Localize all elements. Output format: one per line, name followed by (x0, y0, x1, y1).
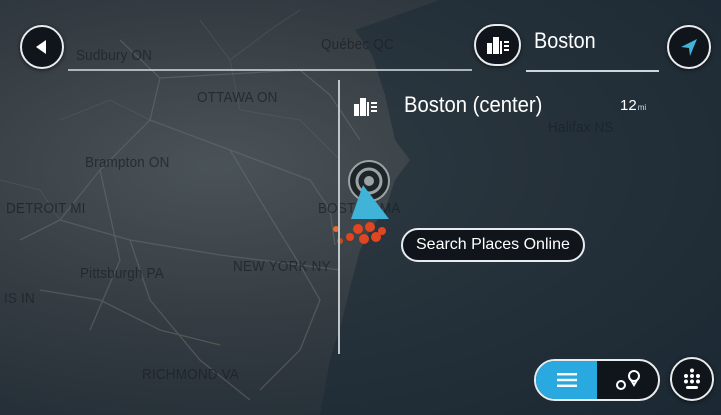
city-icon (354, 98, 377, 116)
view-toggle[interactable] (534, 359, 660, 401)
search-category-button[interactable] (474, 24, 521, 66)
city-label-sudbury: Sudbury ON (76, 47, 153, 64)
map-view-button[interactable] (597, 361, 658, 399)
result-distance: 12mi (620, 97, 646, 114)
navigation-search-screen: Sudbury ON Québec QC OTTAWA ON Halifax N… (0, 0, 721, 415)
keyboard-button[interactable] (670, 357, 714, 401)
results-divider (338, 80, 340, 354)
search-query-underline (526, 70, 659, 72)
city-icon (486, 37, 509, 54)
back-button[interactable] (20, 25, 64, 69)
search-places-online-button[interactable]: Search Places Online (401, 228, 585, 262)
selected-location-marker[interactable] (341, 157, 411, 227)
navigation-arrow-icon (681, 39, 697, 56)
list-view-button[interactable] (536, 361, 597, 399)
navigate-button[interactable] (667, 25, 711, 69)
search-field-underline (68, 69, 472, 71)
city-label-detroit: DETROIT MI (6, 200, 86, 217)
city-label-indiana: IS IN (4, 290, 35, 307)
city-label-richmond: RICHMOND VA (142, 366, 239, 383)
city-label-brampton: Brampton ON (85, 154, 170, 171)
city-label-quebec: Québec QC (321, 36, 394, 53)
result-name: Boston (center) (404, 92, 543, 117)
keyboard-icon (684, 368, 700, 389)
result-distance-unit: mi (637, 103, 647, 112)
search-query[interactable]: Boston (534, 28, 596, 54)
result-distance-value: 12 (620, 97, 637, 114)
city-label-pittsburgh: Pittsburgh PA (80, 265, 164, 282)
back-arrow-icon (36, 40, 46, 54)
city-label-new-york: NEW YORK NY (233, 258, 331, 275)
city-label-ottawa: OTTAWA ON (197, 89, 278, 106)
search-result-item[interactable]: Boston (center) 12mi (348, 88, 663, 124)
list-icon (556, 373, 577, 387)
map-pins-icon (615, 370, 640, 390)
